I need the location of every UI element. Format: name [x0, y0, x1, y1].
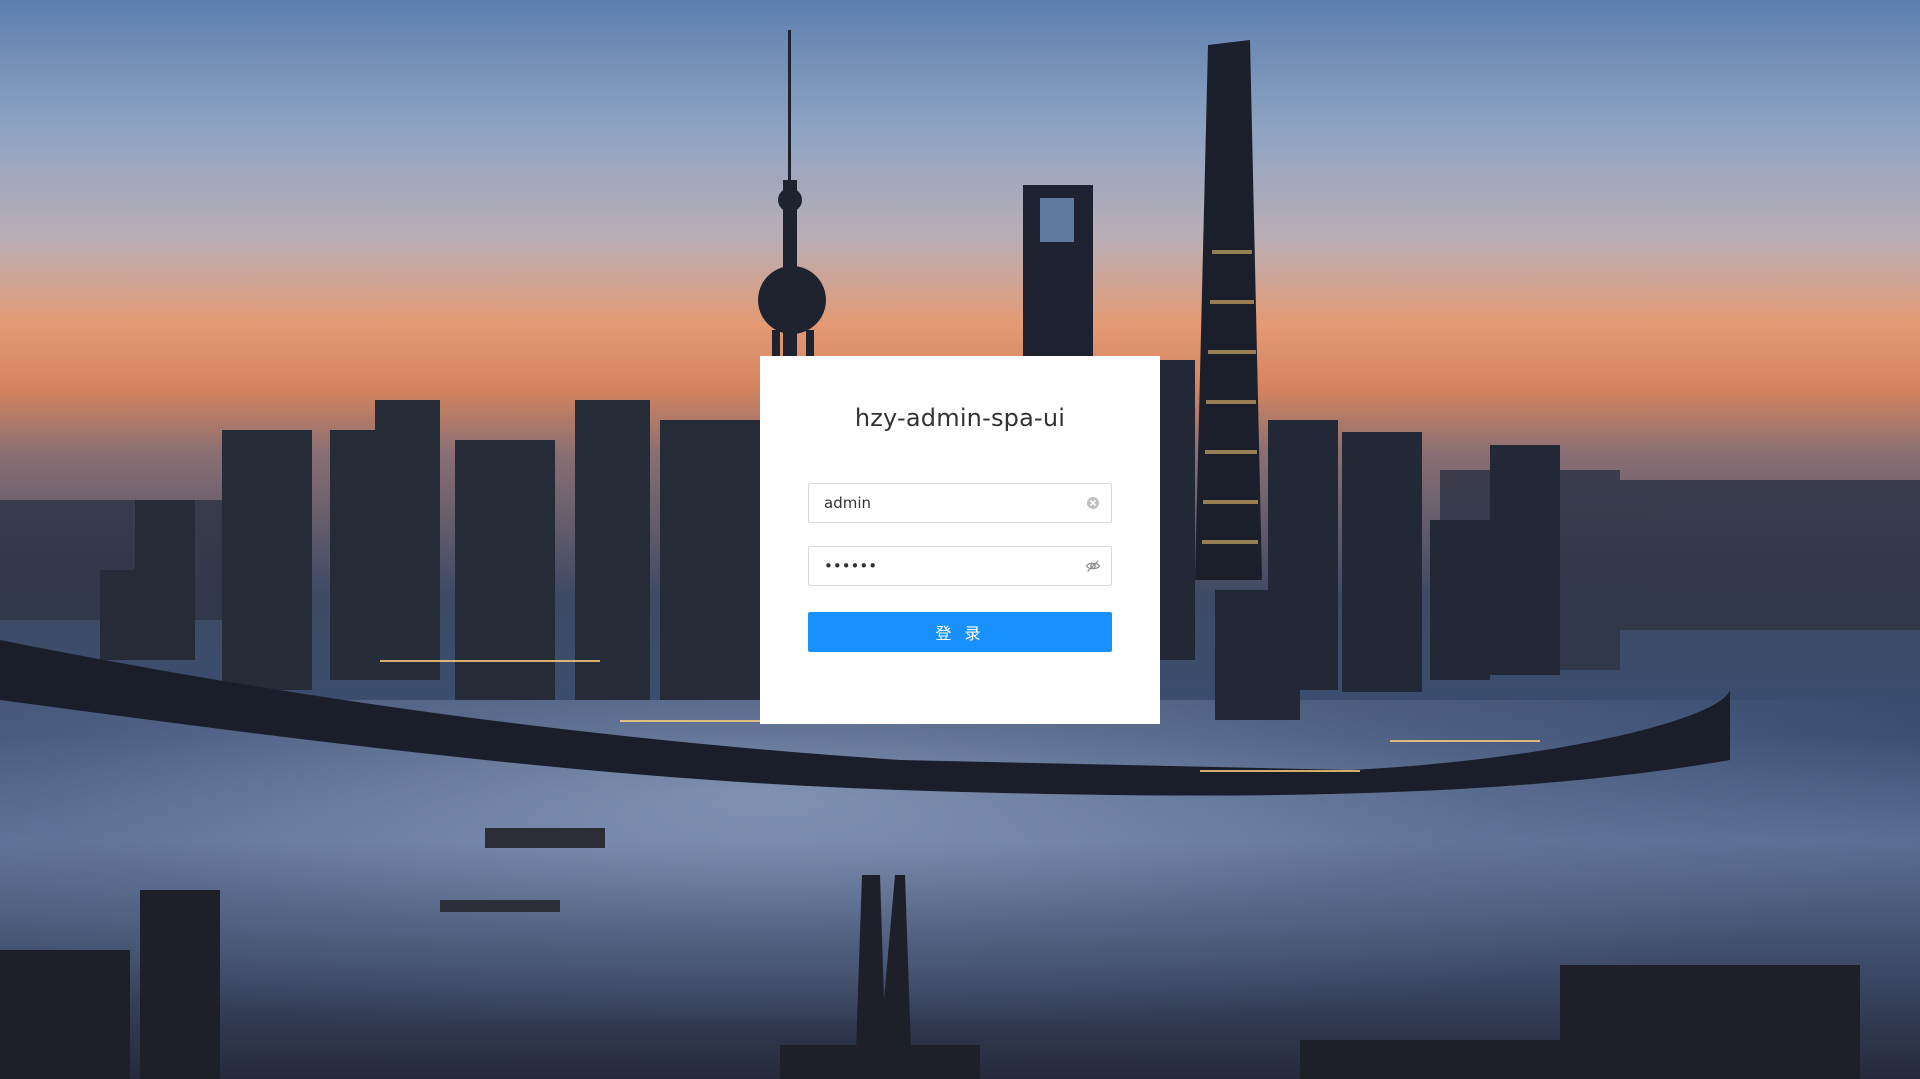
login-title: hzy-admin-spa-ui [854, 404, 1066, 432]
login-button[interactable]: 登 录 [808, 612, 1112, 652]
username-input[interactable] [809, 484, 1069, 522]
password-field[interactable] [808, 546, 1112, 586]
eye-invisible-icon[interactable] [1085, 558, 1101, 574]
clear-circle-icon[interactable] [1085, 495, 1101, 511]
login-page: hzy-admin-spa-ui 登 录 [0, 0, 1920, 1079]
login-card: hzy-admin-spa-ui 登 录 [760, 356, 1160, 724]
password-input[interactable] [809, 547, 1069, 585]
username-field[interactable] [808, 483, 1112, 523]
